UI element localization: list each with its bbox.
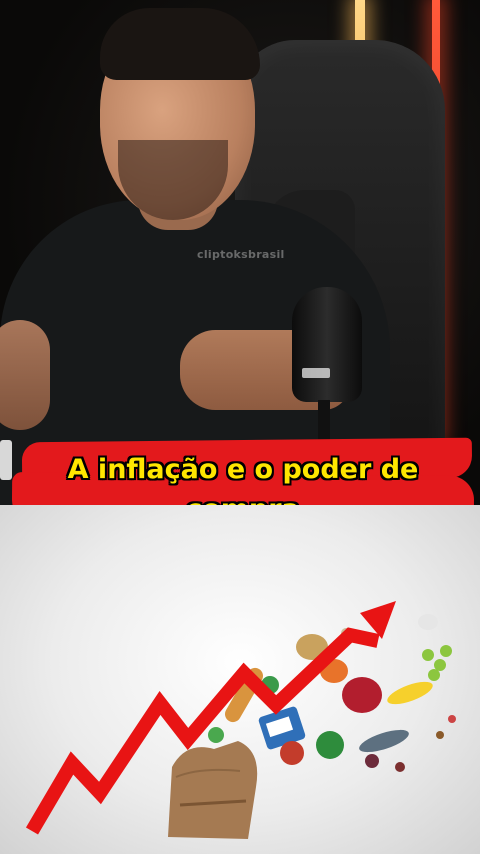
- microphone-brand-badge: [302, 368, 330, 378]
- speaker-left-arm: [0, 320, 50, 430]
- watermark-text: cliptoksbrasil: [197, 248, 285, 261]
- microphone-icon: [292, 287, 362, 402]
- grocery-bag-icon: [168, 741, 258, 839]
- wristwatch: [0, 440, 12, 480]
- inflation-illustration: [0, 505, 480, 854]
- speaker-hair: [100, 8, 260, 80]
- rising-arrow-graphic: [25, 601, 456, 839]
- caption-line-1: A inflação e o poder de: [67, 454, 419, 485]
- video-frame: cliptoksbrasil: [0, 0, 480, 505]
